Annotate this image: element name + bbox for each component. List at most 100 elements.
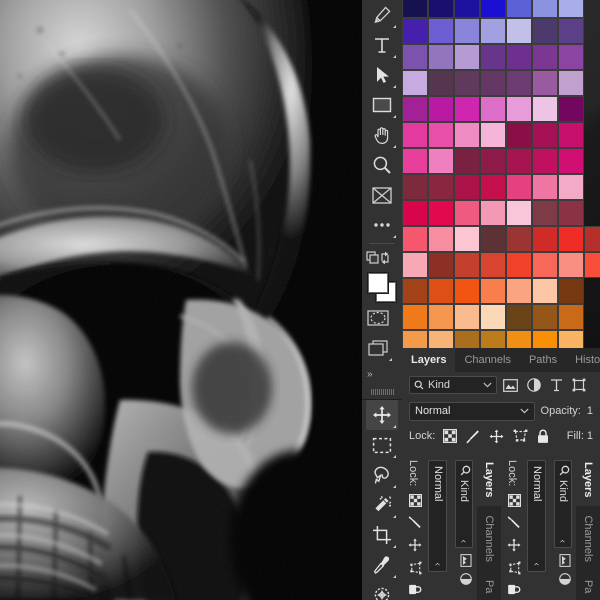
lock-position-icon[interactable] <box>489 429 504 444</box>
nested-layers-panel-2-content[interactable]: Layers Channels Pa Kind ‹ Normal ‹ Lock: <box>501 453 600 600</box>
color-swatch[interactable] <box>558 174 584 200</box>
color-swatch[interactable] <box>402 96 428 122</box>
nested-lock-row[interactable]: Lock: <box>501 453 524 600</box>
color-swatch[interactable] <box>454 148 480 174</box>
crop-tool-icon[interactable] <box>366 520 398 550</box>
color-swatch[interactable] <box>428 148 454 174</box>
color-swatch[interactable] <box>428 226 454 252</box>
color-swatch[interactable] <box>428 278 454 304</box>
color-swatch[interactable] <box>454 278 480 304</box>
nested-lock-icons[interactable] <box>404 494 423 595</box>
spot-healing-tool-icon[interactable] <box>366 580 398 600</box>
nested-filter-adjustment-icon[interactable] <box>455 573 473 585</box>
color-swatch[interactable] <box>402 226 428 252</box>
nested-filter-pixel-icon[interactable] <box>455 554 473 567</box>
color-swatch[interactable] <box>480 330 506 348</box>
color-swatch[interactable] <box>428 18 454 44</box>
color-swatch[interactable] <box>454 252 480 278</box>
color-swatch[interactable] <box>402 70 428 96</box>
type-tool-icon[interactable] <box>366 30 398 60</box>
color-swatch[interactable] <box>558 278 584 304</box>
swap-colors-icon[interactable] <box>362 247 394 269</box>
color-swatch[interactable] <box>506 252 532 278</box>
color-swatch[interactable] <box>558 304 584 330</box>
toolbar-drag-handle[interactable] <box>362 385 402 399</box>
nested-blend-row[interactable]: Normal ‹ <box>425 453 451 600</box>
color-swatch[interactable] <box>454 330 480 348</box>
lock-transparent-pixels-icon[interactable] <box>503 494 521 508</box>
color-swatch[interactable] <box>454 70 480 96</box>
layer-filter-icons[interactable] <box>503 378 586 392</box>
color-swatch[interactable] <box>584 252 600 278</box>
color-swatch[interactable] <box>428 330 454 348</box>
tools-upper-group[interactable] <box>362 0 402 240</box>
lock-all-icon[interactable] <box>537 429 549 444</box>
tab-layers[interactable]: Layers <box>402 348 456 372</box>
nested-lock-icons[interactable] <box>503 494 522 595</box>
color-swatch[interactable] <box>402 44 428 70</box>
color-swatch[interactable] <box>558 18 584 44</box>
layers-panel-tabbar[interactable]: LayersChannelsPathsHistor <box>402 348 600 372</box>
color-swatch[interactable] <box>428 174 454 200</box>
color-swatch[interactable] <box>558 44 584 70</box>
nested-tab-layers[interactable]: Layers <box>477 453 501 507</box>
color-swatch[interactable] <box>480 96 506 122</box>
color-swatch[interactable] <box>506 44 532 70</box>
color-swatch[interactable] <box>402 122 428 148</box>
nested-tab-pa[interactable]: Pa <box>576 571 600 600</box>
chevron-down-icon[interactable]: ‹ <box>459 540 470 543</box>
color-swatch[interactable] <box>506 0 532 18</box>
color-swatch[interactable] <box>532 330 558 348</box>
color-swatch[interactable] <box>402 148 428 174</box>
zoom-tool-icon[interactable] <box>366 150 398 180</box>
color-swatch[interactable] <box>506 96 532 122</box>
lock-artboard-nesting-icon[interactable] <box>513 429 528 443</box>
color-swatch[interactable] <box>480 70 506 96</box>
color-swatch[interactable] <box>480 226 506 252</box>
color-swatch[interactable] <box>480 278 506 304</box>
color-swatch[interactable] <box>454 226 480 252</box>
lock-image-pixels-icon[interactable] <box>404 516 423 529</box>
color-swatch[interactable] <box>532 70 558 96</box>
color-swatch[interactable] <box>454 0 480 18</box>
color-swatch[interactable] <box>454 44 480 70</box>
lock-icons-group[interactable] <box>443 429 549 444</box>
color-swatch[interactable] <box>428 122 454 148</box>
eyedropper-tool-icon[interactable] <box>366 550 398 580</box>
color-swatch[interactable] <box>506 200 532 226</box>
color-swatch[interactable] <box>480 148 506 174</box>
tab-channels[interactable]: Channels <box>455 348 519 372</box>
filter-kind-dropdown[interactable]: Kind <box>409 376 497 394</box>
color-swatch[interactable] <box>532 174 558 200</box>
color-swatch[interactable] <box>402 278 428 304</box>
color-swatch[interactable] <box>402 330 428 348</box>
swatches-panel[interactable] <box>402 0 600 348</box>
foreground-background-color[interactable] <box>365 271 399 303</box>
color-swatch[interactable] <box>428 252 454 278</box>
color-swatch[interactable] <box>532 44 558 70</box>
nested-tab-channels[interactable]: Channels <box>477 506 501 570</box>
chevron-down-icon[interactable]: ‹ <box>532 563 543 566</box>
screen-mode-icon[interactable] <box>362 333 394 363</box>
move-tool-icon[interactable] <box>366 400 398 430</box>
color-swatch[interactable] <box>558 70 584 96</box>
color-swatch[interactable] <box>506 330 532 348</box>
color-swatch[interactable] <box>402 252 428 278</box>
color-swatch[interactable] <box>454 122 480 148</box>
lock-image-pixels-icon[interactable] <box>503 516 522 529</box>
color-swatch[interactable] <box>532 96 558 122</box>
nested-layers-panel-1-content[interactable]: Layers Channels Pa Kind ‹ Normal ‹ Lock: <box>402 453 501 600</box>
pen-tool-icon[interactable] <box>366 0 398 30</box>
color-swatch[interactable] <box>454 96 480 122</box>
rectangle-tool-icon[interactable] <box>366 90 398 120</box>
color-swatch[interactable] <box>532 148 558 174</box>
filter-shape-icon[interactable] <box>572 378 586 392</box>
lock-artboard-nesting-icon[interactable] <box>503 561 521 575</box>
chevron-down-icon[interactable]: ‹ <box>558 540 569 543</box>
filter-type-icon[interactable] <box>550 378 563 392</box>
nested-filter-adjustment-icon[interactable] <box>554 573 572 585</box>
hand-tool-icon[interactable] <box>366 120 398 150</box>
color-swatch[interactable] <box>506 70 532 96</box>
blend-mode-dropdown[interactable]: Normal <box>409 401 535 421</box>
color-swatch[interactable] <box>532 200 558 226</box>
